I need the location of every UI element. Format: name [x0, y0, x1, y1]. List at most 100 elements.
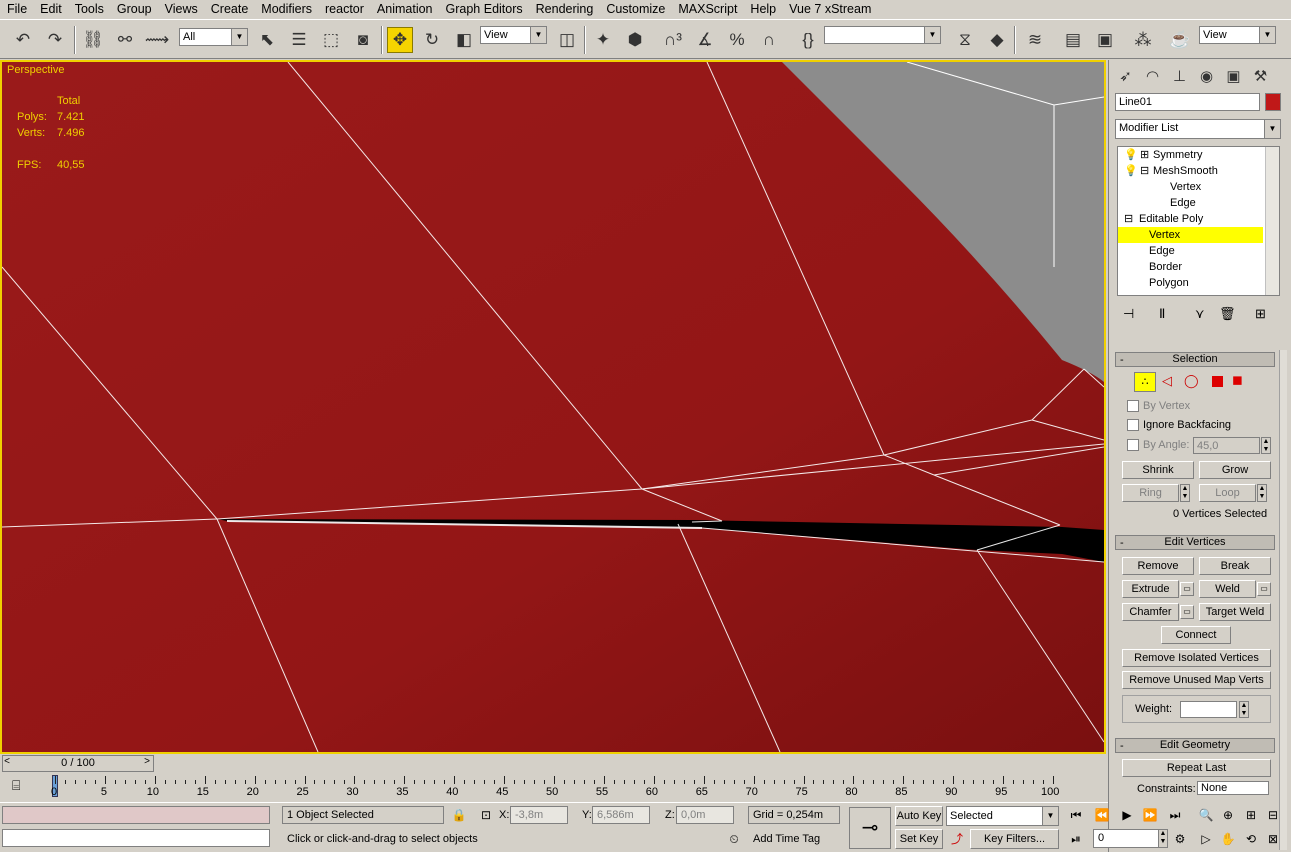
auto-key-button[interactable]: Auto Key — [895, 806, 943, 826]
border-mode-icon[interactable]: ◯ — [1184, 374, 1199, 388]
set-key-button[interactable]: Set Key — [895, 829, 943, 849]
extrude-settings-icon[interactable]: ▭ — [1180, 582, 1194, 596]
object-name-field[interactable]: Line01 — [1115, 93, 1260, 111]
frame-spinner[interactable]: ▲ ▼ — [1158, 829, 1168, 848]
weld-button[interactable]: Weld — [1199, 580, 1256, 598]
selection-rollout-header[interactable]: - Selection — [1115, 352, 1275, 367]
next-key-icon[interactable]: ⏩ — [1140, 806, 1160, 824]
reference-coordinate-dropdown[interactable]: View ▼ — [480, 26, 547, 44]
pan-icon[interactable]: ✋ — [1218, 830, 1238, 848]
redo-icon[interactable]: ↷ — [42, 27, 68, 53]
percent-snap-icon[interactable]: % — [724, 27, 750, 53]
stack-item-editable-poly[interactable]: ⊟ Editable Poly — [1118, 211, 1263, 227]
bind-space-warp-icon[interactable]: ⟿ — [144, 27, 170, 53]
go-to-end-icon[interactable]: ⏭ — [1165, 806, 1185, 824]
edit-geometry-rollout-header[interactable]: - Edit Geometry — [1115, 738, 1275, 753]
ignore-backfacing-checkbox[interactable] — [1127, 419, 1139, 431]
menu-tools[interactable]: Tools — [68, 0, 110, 19]
move-icon[interactable]: ✥ — [387, 27, 413, 53]
make-unique-icon[interactable]: ⋎ — [1195, 307, 1205, 321]
stack-scrollbar[interactable] — [1265, 147, 1279, 295]
material-editor-icon[interactable]: ⁂ — [1130, 27, 1156, 53]
collapse-minus-icon[interactable]: ⊟ — [1140, 164, 1149, 178]
play-icon[interactable]: ▶ — [1117, 806, 1137, 824]
key-tangent-icon[interactable]: ⤴ — [947, 830, 967, 848]
connect-button[interactable]: Connect — [1161, 626, 1231, 644]
show-end-result-icon[interactable]: Ⅱ — [1159, 307, 1165, 321]
menu-vue-xstream[interactable]: Vue 7 xStream — [782, 0, 877, 19]
window-crossing-icon[interactable]: ◙ — [350, 27, 376, 53]
element-mode-icon[interactable]: ◼ — [1232, 373, 1243, 387]
named-selection-dropdown[interactable]: ▼ — [824, 26, 941, 44]
remove-unused-map-verts-button[interactable]: Remove Unused Map Verts — [1122, 671, 1271, 689]
remove-isolated-vertices-button[interactable]: Remove Isolated Vertices — [1122, 649, 1271, 667]
field-of-view-icon[interactable]: ▷ — [1196, 830, 1216, 848]
weight-input[interactable] — [1180, 701, 1237, 718]
utilities-tab-icon[interactable]: ⚒ — [1248, 64, 1273, 88]
by-angle-checkbox[interactable] — [1127, 439, 1139, 451]
stack-item-editable-poly-vertex[interactable]: Vertex — [1118, 227, 1263, 243]
scale-icon[interactable]: ◧ — [451, 27, 477, 53]
motion-tab-icon[interactable]: ◉ — [1194, 64, 1219, 88]
add-time-tag-button[interactable]: Add Time Tag — [748, 830, 840, 848]
pivot-center-icon[interactable]: ◫ — [554, 27, 580, 53]
select-object-icon[interactable]: ⬉ — [254, 27, 280, 53]
zoom-extents-icon[interactable]: ⊞ — [1241, 806, 1261, 824]
menu-maxscript[interactable]: MAXScript — [671, 0, 743, 19]
remove-button[interactable]: Remove — [1122, 557, 1194, 575]
orbit-icon[interactable]: ⟲ — [1241, 830, 1261, 848]
key-mode-toggle-icon[interactable]: ⏯ — [1066, 830, 1086, 848]
stack-item-editable-poly-polygon[interactable]: Polygon — [1118, 275, 1263, 291]
timeline-track[interactable]: ⌸ 0 5 10 15 20 25 30 35 40 45 50 55 60 65 70 75 80 85 90 95… — [0, 773, 1108, 801]
repeat-last-button[interactable]: Repeat Last — [1122, 759, 1271, 777]
set-key-icon[interactable]: ⊸ — [849, 807, 891, 849]
perspective-viewport[interactable]: Perspective Total Polys: 7.421 Verts: 7.… — [0, 60, 1106, 754]
shrink-button[interactable]: Shrink — [1122, 461, 1194, 479]
maximize-viewport-icon[interactable]: ⊠ — [1263, 830, 1283, 848]
zoom-all-icon[interactable]: ⊕ — [1218, 806, 1238, 824]
pin-stack-icon[interactable]: ⊣ — [1123, 307, 1134, 321]
snaps-toggle-icon[interactable]: ∩³ — [660, 27, 686, 53]
edit-vertices-rollout-header[interactable]: - Edit Vertices — [1115, 535, 1275, 550]
expand-plus-icon[interactable]: ⊞ — [1140, 148, 1149, 162]
configure-sets-icon[interactable]: ⊞ — [1255, 307, 1266, 321]
key-filters-button[interactable]: Key Filters... — [970, 829, 1059, 849]
weld-settings-icon[interactable]: ▭ — [1257, 582, 1271, 596]
menu-modifiers[interactable]: Modifiers — [254, 0, 318, 19]
stack-item-meshsmooth-vertex[interactable]: Vertex — [1118, 179, 1263, 195]
keyboard-shortcut-icon[interactable]: ⬢ — [622, 27, 648, 53]
create-tab-icon[interactable]: ➶ — [1113, 64, 1138, 88]
weight-spinner[interactable]: ▲ ▼ — [1239, 701, 1249, 718]
select-by-name-icon[interactable]: ☰ — [286, 27, 312, 53]
stack-item-symmetry[interactable]: 💡 ⊞ Symmetry — [1118, 147, 1263, 163]
stack-item-editable-poly-border[interactable]: Border — [1118, 259, 1263, 275]
chamfer-settings-icon[interactable]: ▭ — [1180, 605, 1194, 619]
modifier-list-dropdown[interactable]: Modifier List ▼ — [1115, 119, 1281, 139]
polygon-mode-icon[interactable] — [1212, 376, 1223, 387]
schematic-view-icon[interactable]: ▣ — [1092, 27, 1118, 53]
display-tab-icon[interactable]: ▣ — [1221, 64, 1246, 88]
previous-frame-icon[interactable]: ⏪ — [1092, 806, 1112, 824]
unlink-icon[interactable]: ⚯ — [112, 27, 138, 53]
break-button[interactable]: Break — [1199, 557, 1271, 575]
menu-reactor[interactable]: reactor — [318, 0, 370, 19]
object-color-swatch[interactable] — [1265, 93, 1281, 111]
zoom-extents-all-icon[interactable]: ⊟ — [1263, 806, 1283, 824]
link-icon[interactable]: ⛓ — [80, 27, 106, 53]
rotate-icon[interactable]: ↻ — [419, 27, 445, 53]
menu-customize[interactable]: Customize — [599, 0, 671, 19]
loop-spinner[interactable]: ▲ ▼ — [1257, 484, 1267, 502]
time-tag-icon[interactable]: ⏲ — [724, 830, 744, 848]
target-weld-button[interactable]: Target Weld — [1199, 603, 1271, 621]
menu-help[interactable]: Help — [743, 0, 782, 19]
z-coordinate-field[interactable]: 0,0m — [676, 806, 734, 824]
grow-button[interactable]: Grow — [1199, 461, 1271, 479]
prev-frame-icon[interactable]: < — [0, 756, 14, 771]
hierarchy-tab-icon[interactable]: ⊥ — [1167, 64, 1192, 88]
constraints-dropdown[interactable]: None — [1197, 781, 1269, 795]
menu-views[interactable]: Views — [158, 0, 204, 19]
maxscript-input[interactable] — [2, 829, 270, 847]
menu-graph-editors[interactable]: Graph Editors — [439, 0, 529, 19]
spinner-snap-icon[interactable]: ∩ — [756, 27, 782, 53]
menu-file[interactable]: File — [0, 0, 33, 19]
